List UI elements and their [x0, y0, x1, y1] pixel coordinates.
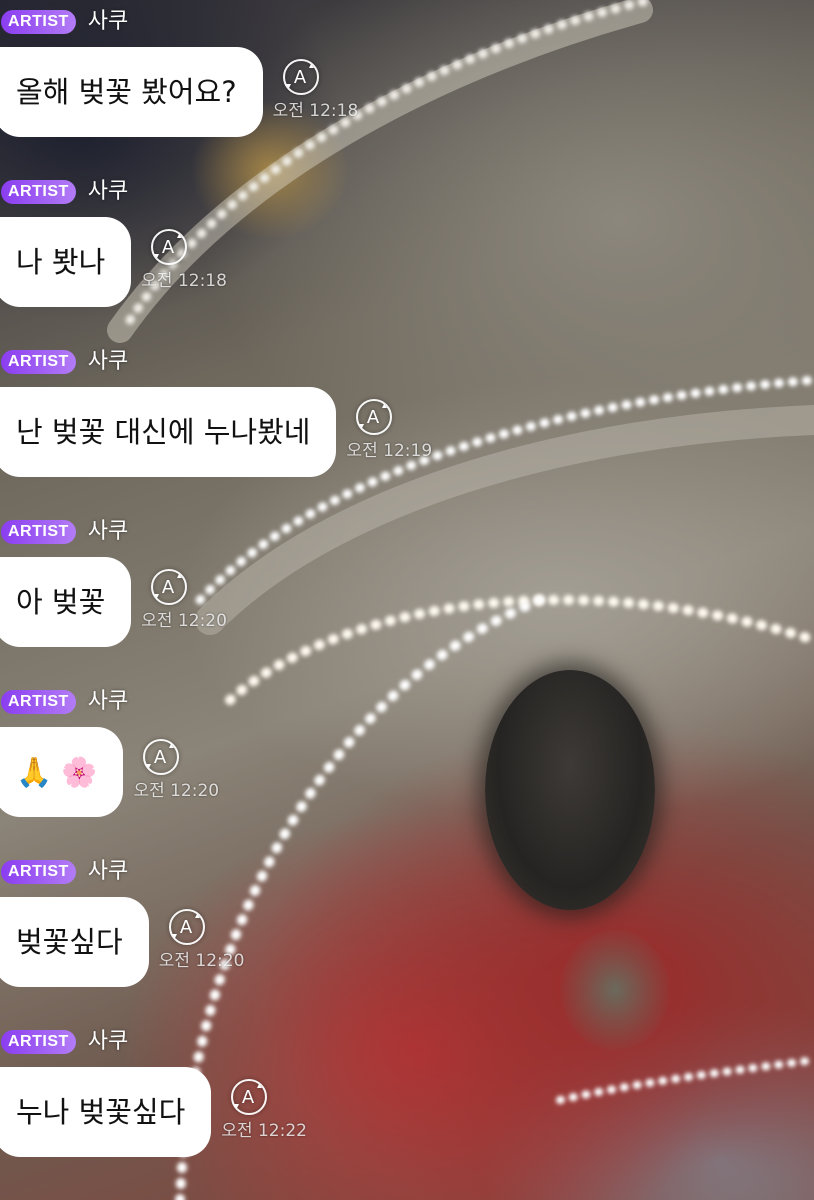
artist-badge: ARTIST [1, 180, 76, 204]
sender-name[interactable]: 사쿠 [88, 687, 128, 717]
message-bubble[interactable]: 🙏 🌸 [0, 727, 124, 817]
chat-message: ARTIST 사쿠 누나 벚꽃싶다 A 오전 12:22 [0, 1027, 307, 1157]
sender-name[interactable]: 사쿠 [88, 857, 128, 887]
svg-text:A: A [162, 237, 175, 258]
svg-text:A: A [293, 67, 306, 88]
message-bubble[interactable]: 난 벚꽃 대신에 누나봤네 [0, 387, 337, 477]
svg-text:A: A [180, 917, 193, 938]
chat-message: ARTIST 사쿠 올해 벚꽃 봤어요? A 오전 12:18 [0, 7, 358, 137]
translate-button[interactable]: A [151, 229, 188, 265]
message-bubble[interactable]: 아 벚꽃 [0, 557, 132, 647]
timestamp: 오전 12:18 [141, 271, 227, 291]
translate-button[interactable]: A [168, 909, 205, 945]
chat-message: ARTIST 사쿠 나 봣나 A 오전 12:18 [0, 177, 227, 307]
translate-icon: A [146, 744, 175, 768]
translate-button[interactable]: A [356, 399, 393, 435]
chat-message: ARTIST 사쿠 아 벚꽃 A 오전 12:20 [0, 517, 227, 647]
sender-name[interactable]: 사쿠 [88, 347, 128, 377]
sender-name[interactable]: 사쿠 [88, 177, 128, 207]
sender-name[interactable]: 사쿠 [88, 1027, 128, 1057]
translate-button[interactable]: A [143, 739, 180, 775]
artist-badge: ARTIST [1, 860, 76, 884]
chat-message: ARTIST 사쿠 벚꽃싶다 A 오전 12:20 [0, 857, 244, 987]
artist-badge: ARTIST [1, 690, 76, 714]
artist-badge: ARTIST [1, 520, 76, 544]
translate-button[interactable]: A [231, 1079, 268, 1115]
message-bubble[interactable]: 벚꽃싶다 [0, 897, 149, 987]
svg-text:A: A [162, 577, 175, 598]
message-bubble[interactable]: 나 봣나 [0, 217, 132, 307]
chat-message: ARTIST 사쿠 🙏 🌸 A 오전 12:20 [0, 687, 219, 817]
artist-badge: ARTIST [1, 10, 76, 34]
translate-icon: A [359, 404, 388, 428]
sender-name[interactable]: 사쿠 [88, 517, 128, 547]
artist-badge: ARTIST [1, 350, 76, 374]
svg-text:A: A [242, 1087, 255, 1108]
sender-name[interactable]: 사쿠 [88, 7, 128, 37]
translate-button[interactable]: A [282, 59, 319, 95]
timestamp: 오전 12:18 [272, 101, 359, 121]
timestamp: 오전 12:20 [141, 611, 227, 631]
chat-message: ARTIST 사쿠 난 벚꽃 대신에 누나봤네 A 오전 12:19 [0, 347, 432, 477]
translate-icon: A [285, 64, 314, 88]
timestamp: 오전 12:19 [346, 441, 433, 461]
artist-badge: ARTIST [1, 1030, 76, 1054]
timestamp: 오전 12:22 [221, 1121, 307, 1141]
translate-icon: A [154, 574, 183, 598]
svg-text:A: A [154, 747, 167, 768]
translate-icon: A [171, 914, 200, 938]
svg-text:A: A [367, 407, 380, 428]
translate-icon: A [154, 234, 183, 258]
message-bubble[interactable]: 올해 벚꽃 봤어요? [0, 47, 263, 137]
translate-button[interactable]: A [151, 569, 188, 605]
translate-icon: A [234, 1084, 263, 1108]
message-bubble[interactable]: 누나 벚꽃싶다 [0, 1067, 212, 1157]
timestamp: 오전 12:20 [158, 951, 245, 971]
timestamp: 오전 12:20 [133, 781, 220, 801]
